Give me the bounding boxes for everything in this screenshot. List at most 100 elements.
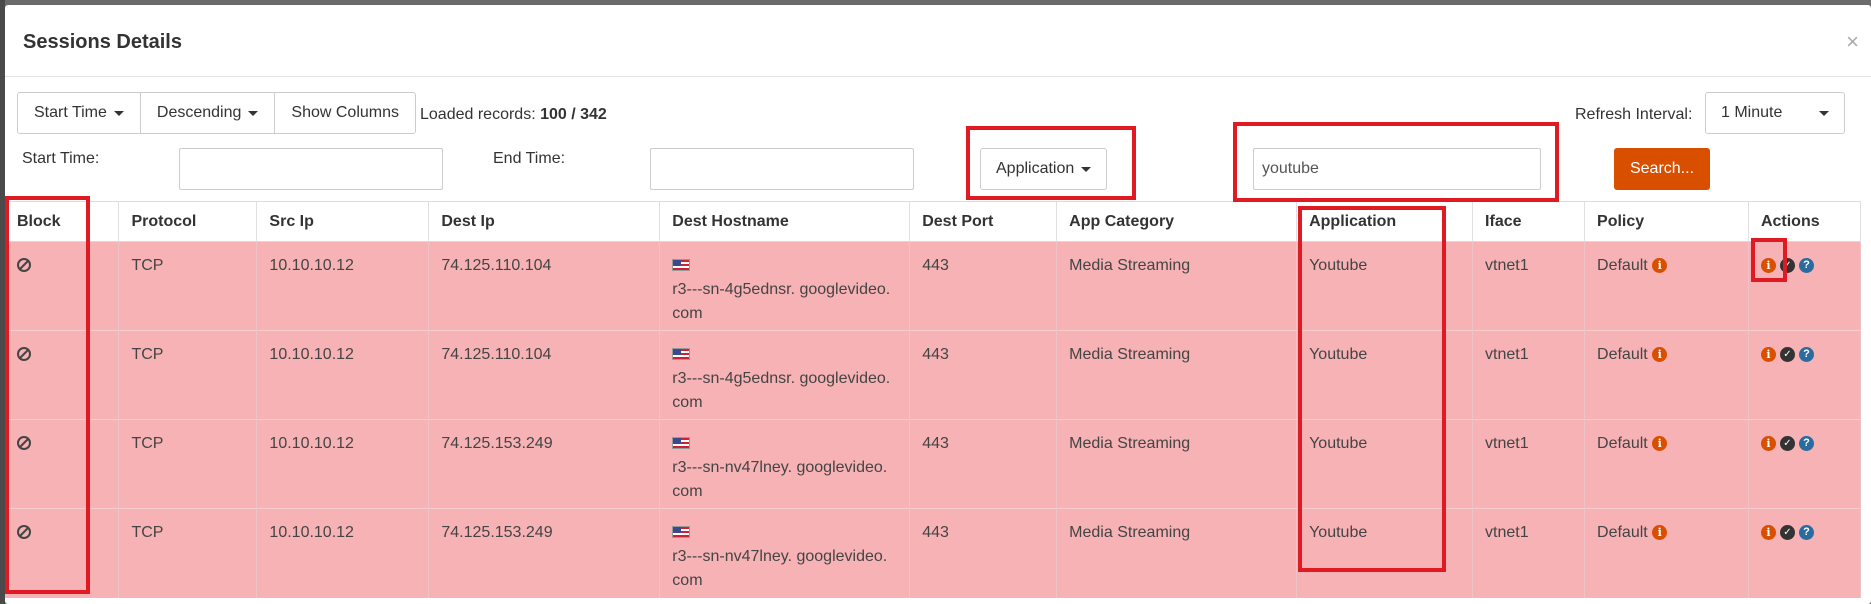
actions-cell: i ✓? bbox=[1748, 330, 1862, 420]
search-input[interactable] bbox=[1253, 148, 1541, 190]
actions-cell: i ✓? bbox=[1748, 508, 1862, 598]
policy-label: Default bbox=[1597, 257, 1648, 274]
refresh-interval-label: Refresh Interval: bbox=[1575, 106, 1693, 123]
help-icon[interactable]: ? bbox=[1798, 347, 1814, 363]
info-icon[interactable]: i bbox=[1760, 258, 1776, 274]
end-time-input[interactable] bbox=[650, 148, 914, 190]
app-category-cell: Media Streaming bbox=[1056, 508, 1298, 598]
loaded-records: Loaded records: 100 / 342 bbox=[420, 106, 607, 124]
actions-cell: i ✓? bbox=[1748, 241, 1862, 331]
table-header-row: Block Protocol Src Ip Dest Ip Dest Hostn… bbox=[5, 201, 1862, 242]
col-block[interactable]: Block bbox=[5, 201, 120, 242]
policy-cell: Default i bbox=[1584, 330, 1749, 420]
col-policy[interactable]: Policy bbox=[1584, 201, 1749, 242]
toolbar: Start Time Descending Show Columns bbox=[17, 92, 417, 134]
us-flag-icon bbox=[672, 259, 691, 271]
dest-ip-cell: 74.125.110.104 bbox=[428, 241, 661, 331]
col-application[interactable]: Application bbox=[1296, 201, 1474, 242]
info-icon[interactable]: i bbox=[1760, 436, 1776, 452]
col-actions: Actions bbox=[1748, 201, 1862, 242]
actions-cell: i ✓? bbox=[1748, 419, 1862, 509]
sort-order-button[interactable]: Descending bbox=[139, 92, 276, 134]
info-icon[interactable]: i bbox=[1760, 347, 1776, 363]
policy-info-icon[interactable]: i bbox=[1652, 258, 1668, 274]
dest-ip-cell: 74.125.110.104 bbox=[428, 330, 661, 420]
search-button[interactable]: Search... bbox=[1614, 148, 1710, 190]
protocol-cell: TCP bbox=[118, 508, 258, 598]
policy-info-icon[interactable]: i bbox=[1652, 347, 1668, 363]
help-icon[interactable]: ? bbox=[1798, 436, 1814, 452]
application-cell: Youtube bbox=[1296, 508, 1474, 598]
policy-info-icon[interactable]: i bbox=[1652, 525, 1668, 541]
sort-order-label: Descending bbox=[156, 104, 242, 121]
help-icon[interactable]: ? bbox=[1798, 525, 1814, 541]
block-icon[interactable] bbox=[17, 525, 31, 539]
src-ip-cell: 10.10.10.12 bbox=[256, 419, 430, 509]
col-dest-hostname[interactable]: Dest Hostname bbox=[659, 201, 911, 242]
refresh-interval-value: 1 Minute bbox=[1721, 104, 1783, 121]
caret-down-icon bbox=[1819, 110, 1829, 116]
end-time-label: End Time: bbox=[493, 150, 566, 167]
search-field-label: Application bbox=[996, 160, 1075, 177]
dest-port-cell: 443 bbox=[909, 241, 1058, 331]
block-icon[interactable] bbox=[17, 347, 31, 361]
col-protocol[interactable]: Protocol bbox=[118, 201, 258, 242]
dest-port-cell: 443 bbox=[909, 330, 1058, 420]
protocol-cell: TCP bbox=[118, 241, 258, 331]
start-time-sort-button[interactable]: Start Time bbox=[17, 92, 141, 134]
block-icon[interactable] bbox=[17, 436, 31, 450]
app-category-cell: Media Streaming bbox=[1056, 241, 1298, 331]
hostname-line-2: com bbox=[672, 572, 703, 589]
application-cell: Youtube bbox=[1296, 330, 1474, 420]
table-row: TCP 10.10.10.12 74.125.153.249 r3---sn-n… bbox=[5, 508, 1862, 598]
col-dest-port[interactable]: Dest Port bbox=[909, 201, 1058, 242]
policy-info-icon[interactable]: i bbox=[1652, 436, 1668, 452]
help-icon[interactable]: ? bbox=[1798, 258, 1814, 274]
policy-cell: Default i bbox=[1584, 241, 1749, 331]
block-icon[interactable] bbox=[17, 258, 31, 272]
show-columns-button[interactable]: Show Columns bbox=[274, 92, 417, 134]
col-app-category[interactable]: App Category bbox=[1056, 201, 1298, 242]
modal-title: Sessions Details bbox=[23, 31, 182, 53]
hostname-line-1: r3---sn-4g5ednsr. googlevideo. bbox=[672, 370, 891, 387]
loaded-records-label: Loaded records: bbox=[420, 106, 536, 123]
col-src-ip[interactable]: Src Ip bbox=[256, 201, 430, 242]
app-category-cell: Media Streaming bbox=[1056, 330, 1298, 420]
us-flag-icon bbox=[672, 437, 691, 449]
hostname-line-1: r3---sn-nv47lney. googlevideo. bbox=[672, 548, 888, 565]
start-time-input[interactable] bbox=[179, 148, 443, 190]
refresh-interval-select[interactable]: 1 Minute bbox=[1705, 92, 1845, 134]
dest-ip-cell: 74.125.153.249 bbox=[428, 508, 661, 598]
check-icon[interactable]: ✓ bbox=[1779, 347, 1795, 363]
show-columns-label: Show Columns bbox=[291, 104, 400, 121]
check-icon[interactable]: ✓ bbox=[1779, 258, 1795, 274]
application-cell: Youtube bbox=[1296, 241, 1474, 331]
sessions-table: Block Protocol Src Ip Dest Ip Dest Hostn… bbox=[5, 201, 1862, 598]
modal-header: Sessions Details × bbox=[5, 5, 1871, 77]
iface-cell: vtnet1 bbox=[1472, 419, 1586, 509]
src-ip-cell: 10.10.10.12 bbox=[256, 508, 430, 598]
search-field-select[interactable]: Application bbox=[980, 148, 1108, 190]
hostname-line-2: com bbox=[672, 483, 703, 500]
hostname-line-2: com bbox=[672, 305, 703, 322]
hostname-line-2: com bbox=[672, 394, 703, 411]
close-icon[interactable]: × bbox=[1846, 29, 1859, 55]
dest-port-cell: 443 bbox=[909, 508, 1058, 598]
dest-ip-cell: 74.125.153.249 bbox=[428, 419, 661, 509]
app-category-cell: Media Streaming bbox=[1056, 419, 1298, 509]
table-row: TCP 10.10.10.12 74.125.153.249 r3---sn-n… bbox=[5, 419, 1862, 509]
dest-hostname-cell: r3---sn-4g5ednsr. googlevideo. com bbox=[659, 241, 911, 331]
policy-cell: Default i bbox=[1584, 508, 1749, 598]
protocol-cell: TCP bbox=[118, 419, 258, 509]
policy-label: Default bbox=[1597, 435, 1648, 452]
caret-down-icon bbox=[113, 110, 124, 116]
info-icon[interactable]: i bbox=[1760, 525, 1776, 541]
col-dest-ip[interactable]: Dest Ip bbox=[428, 201, 661, 242]
hostname-line-1: r3---sn-4g5ednsr. googlevideo. bbox=[672, 281, 891, 298]
src-ip-cell: 10.10.10.12 bbox=[256, 241, 430, 331]
check-icon[interactable]: ✓ bbox=[1779, 525, 1795, 541]
block-cell bbox=[5, 419, 120, 509]
check-icon[interactable]: ✓ bbox=[1779, 436, 1795, 452]
col-iface[interactable]: Iface bbox=[1472, 201, 1586, 242]
dest-hostname-cell: r3---sn-4g5ednsr. googlevideo. com bbox=[659, 330, 911, 420]
